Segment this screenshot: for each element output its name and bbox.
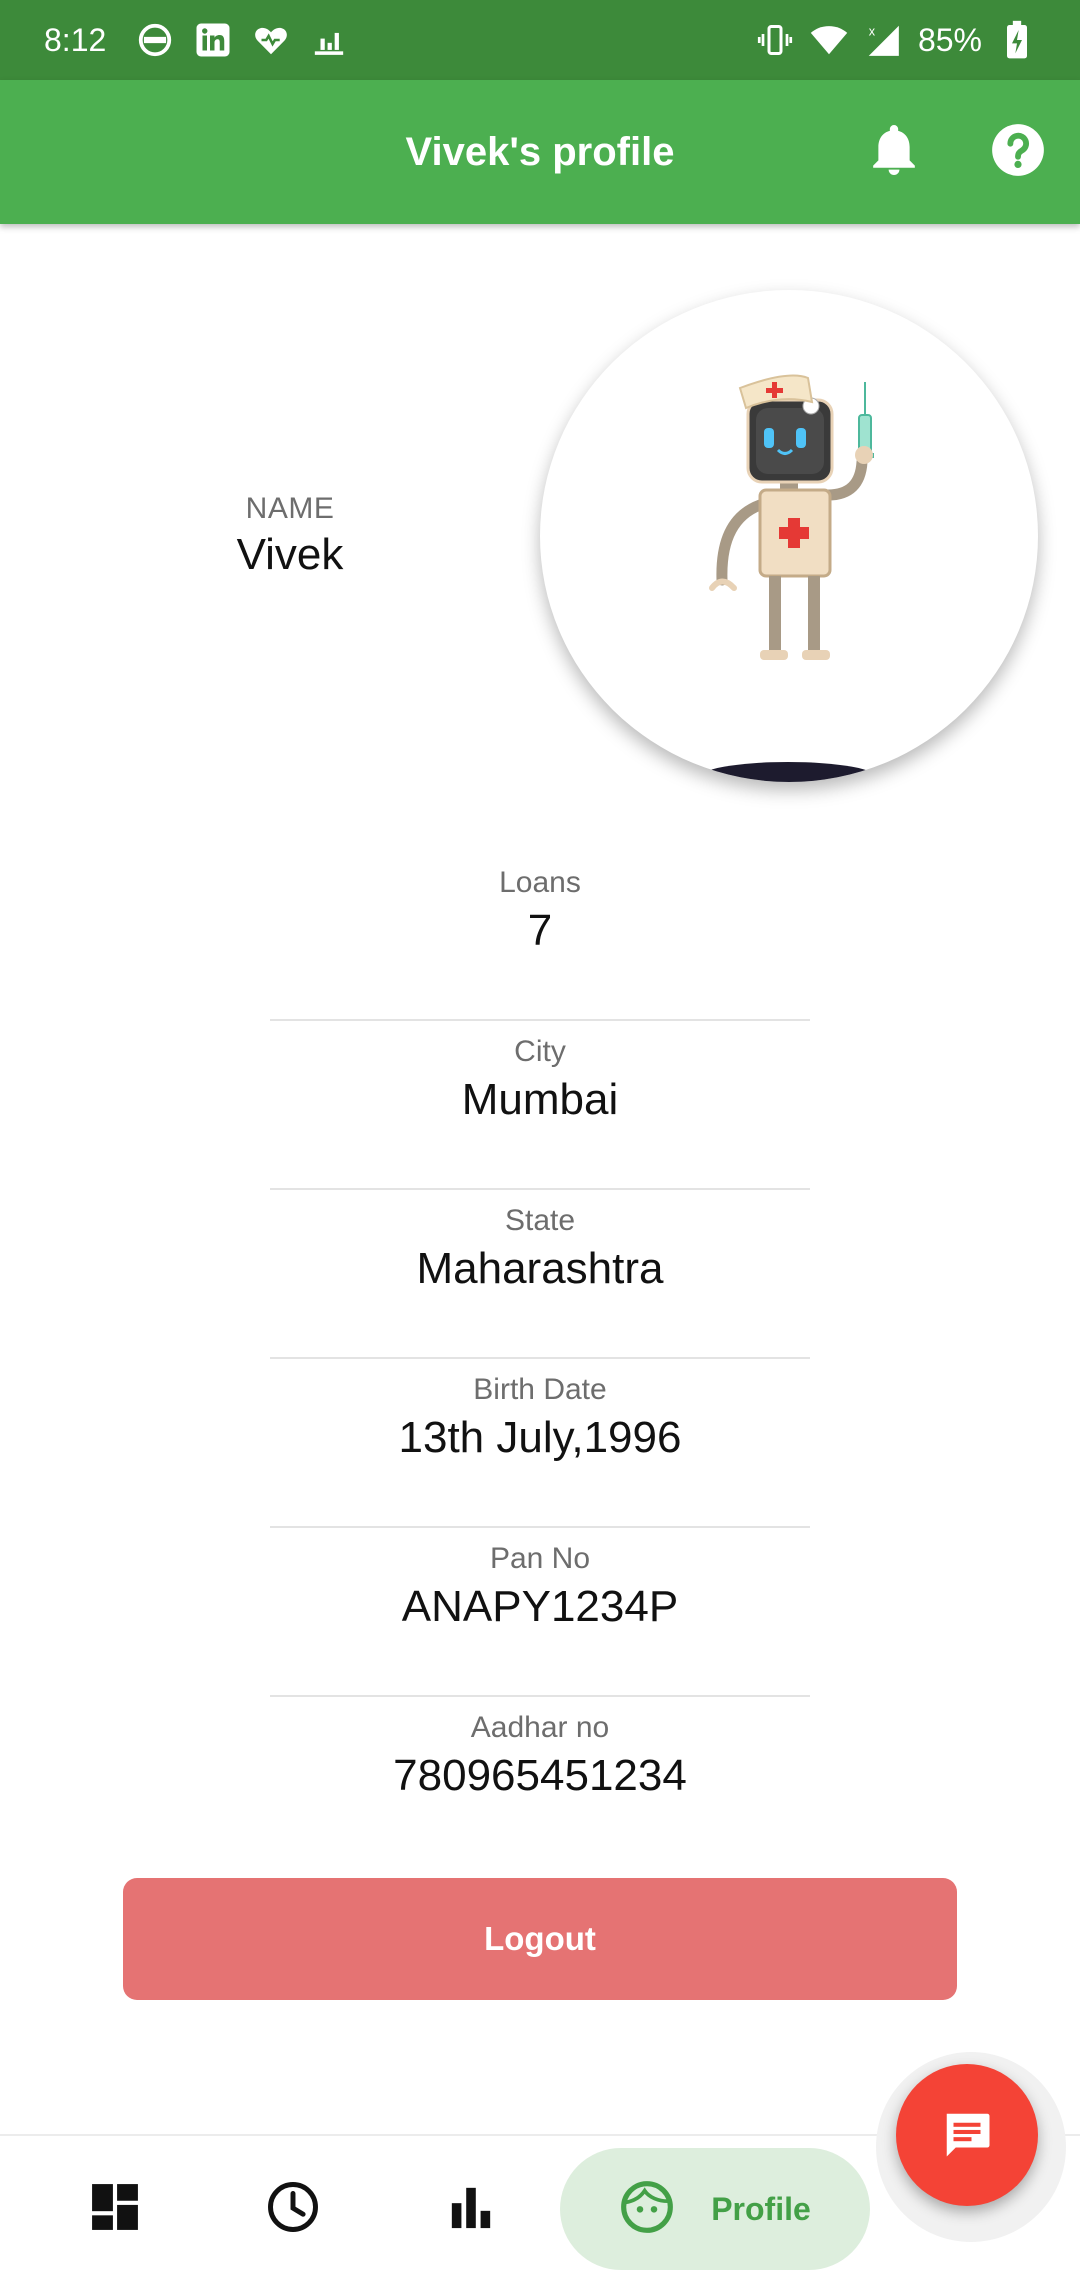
profile-info-list: Loans 7 City Mumbai State Maharashtra Bi… xyxy=(270,852,810,1866)
logout-button[interactable]: Logout xyxy=(123,1878,957,2000)
name-block: NAME Vivek xyxy=(190,492,390,580)
chat-icon xyxy=(940,2107,994,2164)
info-item-state: State Maharashtra xyxy=(270,1190,810,1359)
info-label: State xyxy=(504,1204,576,1237)
info-value: 780965451234 xyxy=(393,1751,687,1800)
info-value: Mumbai xyxy=(461,1075,619,1124)
info-label: City xyxy=(514,1035,566,1068)
vibrate-icon xyxy=(756,21,794,59)
info-label: Aadhar no xyxy=(470,1711,610,1744)
nav-item-dashboard[interactable] xyxy=(55,2136,175,2280)
help-icon xyxy=(991,123,1045,182)
nav-item-profile[interactable]: Profile xyxy=(560,2148,870,2270)
linkedin-icon xyxy=(194,21,232,59)
avatar xyxy=(540,290,1038,782)
robot-nurse-avatar xyxy=(698,374,878,782)
info-value: Maharashtra xyxy=(416,1244,664,1293)
info-item-birth-date: Birth Date 13th July,1996 xyxy=(270,1359,810,1528)
nav-profile-label: Profile xyxy=(711,2190,811,2227)
wifi-icon xyxy=(810,21,848,59)
history-icon xyxy=(266,2180,320,2239)
svg-text:x: x xyxy=(869,24,876,38)
name-value: Vivek xyxy=(236,530,344,579)
info-item-city: City Mumbai xyxy=(270,1021,810,1190)
help-button[interactable] xyxy=(986,120,1050,184)
info-value: 7 xyxy=(527,906,553,955)
info-item-aadhar-no: Aadhar no 780965451234 xyxy=(270,1697,810,1866)
app-bar: Vivek's profile xyxy=(0,80,1080,224)
info-value: ANAPY1234P xyxy=(401,1582,679,1631)
info-item-pan-no: Pan No ANAPY1234P xyxy=(270,1528,810,1697)
status-left: 8:12 xyxy=(44,21,348,59)
signal-icon: x xyxy=(864,21,902,59)
status-time: 8:12 xyxy=(44,21,107,58)
name-label: NAME xyxy=(245,492,335,525)
status-bar: 8:12 x 85% xyxy=(0,0,1080,80)
face-icon xyxy=(619,2179,675,2240)
info-value: 13th July,1996 xyxy=(398,1413,682,1462)
info-label: Birth Date xyxy=(473,1373,607,1406)
bell-icon xyxy=(869,122,919,183)
nav-item-stats[interactable] xyxy=(411,2136,531,2280)
dashboard-icon xyxy=(90,2182,140,2237)
nav-item-history[interactable] xyxy=(233,2136,353,2280)
battery-icon xyxy=(998,20,1036,59)
info-label: Loans xyxy=(499,866,581,899)
sync-icon xyxy=(136,21,174,59)
health-icon xyxy=(252,21,290,59)
info-label: Pan No xyxy=(489,1542,591,1575)
info-item-loans: Loans 7 xyxy=(270,852,810,1021)
notifications-button[interactable] xyxy=(862,120,926,184)
battery-percent: 85% xyxy=(917,21,982,58)
bars-icon xyxy=(310,21,348,59)
status-right: x 85% xyxy=(756,20,1036,59)
chat-fab-button[interactable] xyxy=(896,2064,1038,2206)
stats-icon xyxy=(448,2184,494,2235)
